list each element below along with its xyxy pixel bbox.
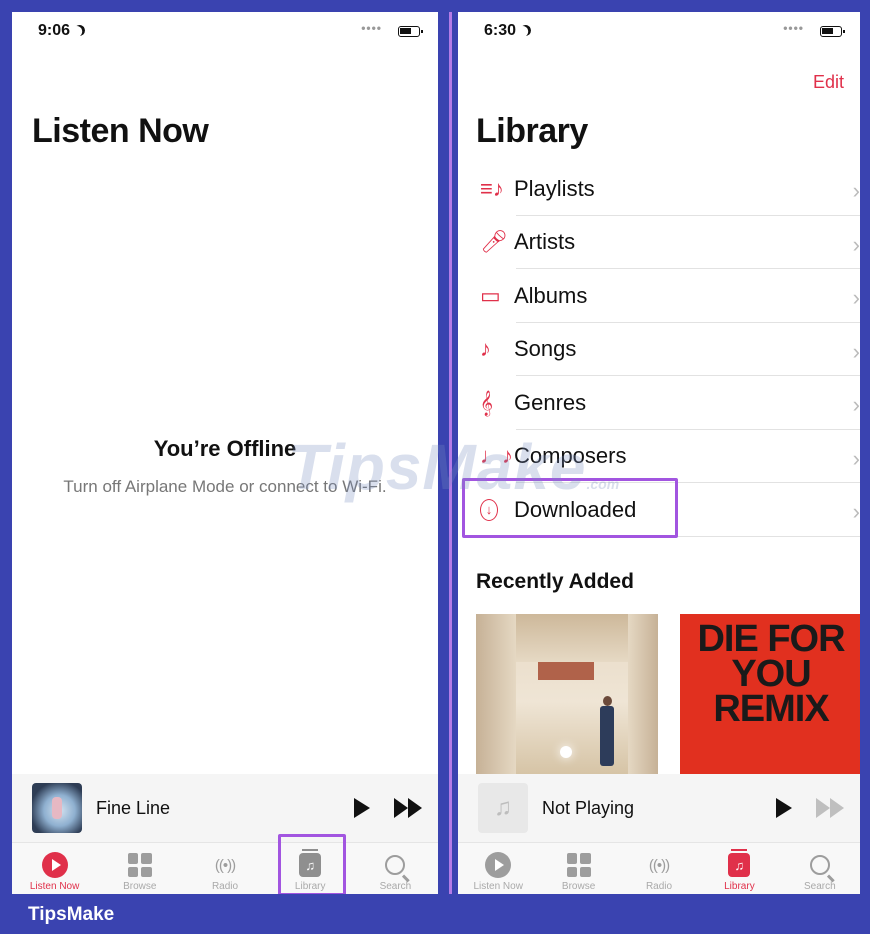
- listen-now-icon: [485, 852, 512, 878]
- page-title: Library: [476, 112, 588, 150]
- mini-player[interactable]: ♫ Not Playing: [458, 774, 860, 842]
- library-item-songs[interactable]: ♪ Songs ›: [458, 323, 860, 376]
- tab-label: Library: [724, 881, 755, 892]
- chevron-right-icon: ›: [852, 499, 860, 524]
- tab-label: Browse: [123, 881, 157, 892]
- status-bar: 9:06 ••••: [12, 20, 438, 46]
- search-icon: [385, 855, 406, 875]
- brand-label: TipsMake: [28, 904, 115, 925]
- tab-radio[interactable]: ((•)) Radio: [619, 843, 699, 894]
- chevron-right-icon: ›: [852, 338, 860, 364]
- battery-icon: [820, 26, 845, 37]
- playlists-icon: ≡♪: [480, 175, 504, 201]
- tab-listen-now[interactable]: Listen Now: [458, 843, 538, 894]
- album-cover-text: REMIX: [713, 687, 829, 730]
- status-time: 9:06: [38, 22, 85, 40]
- moon-icon: [72, 23, 86, 37]
- search-icon: [809, 855, 830, 875]
- watermark: TipsMake.com: [288, 431, 620, 503]
- page-title: Listen Now: [32, 112, 209, 150]
- library-item-label: Playlists: [514, 175, 595, 201]
- fast-forward-icon[interactable]: [816, 798, 844, 818]
- tab-bar: Listen Now Browse ((•)) Radio ♫ Library …: [458, 842, 860, 894]
- fast-forward-icon[interactable]: [394, 798, 422, 818]
- library-item-albums[interactable]: ▭ Albums ›: [458, 269, 860, 323]
- mini-player-title: Not Playing: [542, 797, 635, 818]
- tab-label: Radio: [645, 881, 673, 892]
- radio-icon: ((•)): [214, 856, 236, 874]
- battery-icon: [398, 26, 423, 37]
- tab-search[interactable]: Search: [780, 843, 860, 894]
- mini-player-title: Fine Line: [96, 797, 171, 818]
- library-item-artists[interactable]: 🎤︎ Artists ›: [458, 216, 860, 269]
- tab-browse[interactable]: Browse: [97, 843, 182, 894]
- library-item-genres[interactable]: 𝄞 Genres ›: [458, 376, 860, 430]
- moon-icon: [518, 23, 532, 37]
- tab-label: Radio: [211, 881, 239, 892]
- genres-icon: 𝄞: [480, 389, 494, 415]
- tab-radio[interactable]: ((•)) Radio: [182, 843, 267, 894]
- albums-icon: ▭: [480, 282, 501, 308]
- library-item-label: Artists: [514, 229, 576, 255]
- mini-player[interactable]: Fine Line: [12, 774, 438, 842]
- tab-label: Search: [803, 881, 836, 892]
- album-cover-text: DIE FOR: [697, 618, 845, 660]
- tab-library[interactable]: ♫ Library: [699, 843, 779, 894]
- chevron-right-icon: ›: [852, 392, 860, 417]
- brand-bar: [0, 894, 870, 934]
- play-icon[interactable]: [776, 798, 792, 818]
- library-tab-highlight: [278, 834, 346, 894]
- album-cover-fine-line[interactable]: [476, 614, 658, 774]
- library-item-label: Genres: [514, 389, 587, 415]
- signal-dots-icon: ••••: [783, 21, 804, 35]
- artists-icon: 🎤︎: [480, 229, 508, 255]
- tab-browse[interactable]: Browse: [538, 843, 618, 894]
- chevron-right-icon: ›: [852, 445, 860, 471]
- browse-icon: [566, 853, 591, 877]
- album-art: [32, 783, 82, 833]
- browse-icon: [127, 853, 152, 877]
- signal-dots-icon: ••••: [361, 21, 382, 35]
- status-bar: 6:30 ••••: [458, 20, 860, 46]
- edit-button[interactable]: Edit: [813, 72, 844, 93]
- recently-added-title: Recently Added: [476, 570, 634, 593]
- tab-label: Browse: [561, 881, 596, 892]
- listen-now-icon: [41, 852, 68, 878]
- tab-listen-now[interactable]: Listen Now: [12, 843, 97, 894]
- album-cover-text: YOU: [731, 652, 811, 695]
- play-icon[interactable]: [354, 798, 370, 818]
- songs-icon: ♪: [480, 336, 491, 362]
- tab-bar: Listen Now Browse ((•)) Radio ♫ Library …: [12, 842, 438, 894]
- album-cover-die-for-you[interactable]: DIE FOR YOU REMIX: [680, 614, 860, 774]
- tab-label: Listen Now: [29, 881, 80, 892]
- chevron-right-icon: ›: [852, 178, 860, 203]
- library-icon: ♫: [728, 849, 751, 877]
- library-item-label: Albums: [514, 282, 588, 308]
- chevron-right-icon: ›: [852, 285, 860, 310]
- library-item-playlists[interactable]: ≡♪ Playlists ›: [458, 162, 860, 216]
- tab-label: Listen Now: [473, 881, 523, 892]
- library-item-label: Songs: [514, 336, 577, 362]
- chevron-right-icon: ›: [852, 231, 860, 257]
- radio-icon: ((•)): [648, 856, 670, 874]
- tab-search[interactable]: Search: [353, 843, 438, 894]
- status-time: 6:30: [484, 22, 531, 40]
- music-note-icon: ♫: [478, 783, 528, 833]
- tab-label: Search: [379, 881, 412, 892]
